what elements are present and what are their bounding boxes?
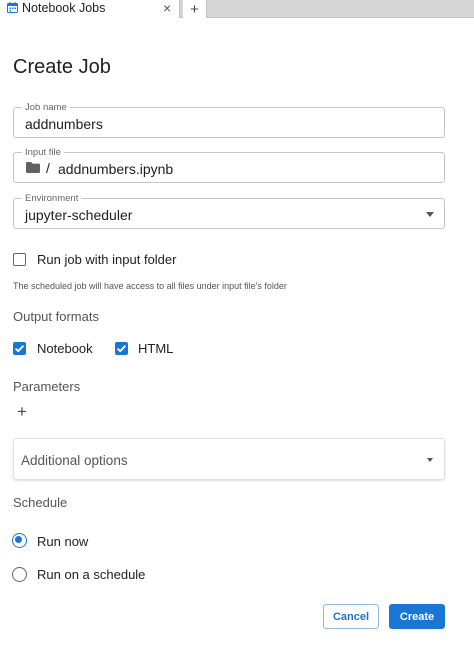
environment-select[interactable]: Environment jupyter-scheduler: [13, 193, 445, 229]
folder-icon: [26, 162, 40, 173]
run-now-label[interactable]: Run now: [37, 534, 88, 549]
input-file-field[interactable]: Input file / addnumbers.ipynb: [13, 147, 445, 183]
close-icon[interactable]: ×: [163, 0, 171, 16]
additional-options-accordion[interactable]: Additional options: [13, 438, 445, 480]
check-icon: [116, 345, 127, 353]
create-button[interactable]: Create: [389, 604, 445, 629]
schedule-heading: Schedule: [13, 495, 68, 510]
input-file-value: addnumbers.ipynb: [58, 161, 174, 177]
tab-notebook-jobs[interactable]: Notebook Jobs ×: [0, 0, 180, 18]
job-name-label: Job name: [22, 102, 70, 113]
job-name-field[interactable]: Job name addnumbers: [13, 102, 445, 138]
environment-label: Environment: [22, 193, 82, 204]
input-folder-label[interactable]: Run job with input folder: [37, 252, 176, 267]
tab-title: Notebook Jobs: [22, 1, 106, 15]
input-file-label: Input file: [22, 147, 64, 158]
run-now-radio[interactable]: [12, 533, 27, 548]
dropdown-arrow-icon: [426, 212, 434, 217]
additional-options-label: Additional options: [21, 453, 128, 468]
expand-arrow-icon: [427, 458, 433, 462]
add-parameter-button[interactable]: +: [17, 403, 27, 421]
notebook-format-checkbox[interactable]: [13, 342, 26, 355]
cancel-button[interactable]: Cancel: [323, 604, 379, 629]
tab-bar: Notebook Jobs × +: [0, 0, 474, 18]
parameters-heading: Parameters: [13, 379, 81, 394]
calendar-icon: [7, 2, 18, 13]
path-separator: /: [46, 160, 50, 176]
html-format-checkbox[interactable]: [115, 342, 128, 355]
job-name-input[interactable]: addnumbers: [25, 116, 103, 132]
plus-icon: +: [190, 0, 199, 18]
input-folder-helper-text: The scheduled job will have access to al…: [13, 281, 287, 291]
output-formats-heading: Output formats: [13, 309, 99, 324]
page-title: Create Job: [13, 56, 111, 78]
input-folder-checkbox[interactable]: [13, 253, 26, 266]
html-format-label[interactable]: HTML: [138, 341, 173, 356]
notebook-format-label[interactable]: Notebook: [37, 341, 93, 356]
run-on-schedule-label[interactable]: Run on a schedule: [37, 567, 145, 582]
new-tab-button[interactable]: +: [183, 0, 207, 18]
run-on-schedule-radio[interactable]: [12, 567, 27, 582]
environment-value: jupyter-scheduler: [25, 207, 133, 223]
check-icon: [14, 345, 25, 353]
